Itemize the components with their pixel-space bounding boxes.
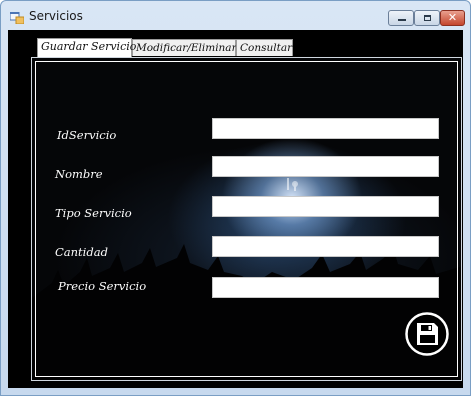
close-icon: ✕ (447, 11, 458, 24)
tab-consultar[interactable]: Consultar (236, 39, 293, 56)
nombre-input[interactable] (212, 156, 439, 177)
minimize-button[interactable] (388, 10, 414, 26)
maximize-icon (424, 15, 431, 21)
window-title: Servicios (29, 9, 83, 23)
tab-guardar-servicio[interactable]: Guardar Servicio (37, 38, 136, 57)
save-button[interactable] (404, 311, 450, 357)
cantidad-input[interactable] (212, 236, 439, 257)
title-bar[interactable]: Servicios ✕ (1, 1, 470, 31)
label-cantidad: Cantidad (55, 245, 108, 259)
app-window-icon (10, 12, 24, 24)
floppy-disk-icon (405, 312, 449, 356)
label-idservicio: IdServicio (57, 128, 117, 142)
close-button[interactable]: ✕ (440, 10, 465, 26)
label-tipo-servicio: Tipo Servicio (55, 206, 132, 220)
label-precio-servicio: Precio Servicio (58, 279, 147, 293)
label-nombre: Nombre (55, 167, 103, 181)
precio-servicio-input[interactable] (212, 277, 439, 298)
tab-modificar-eliminar[interactable]: Modificar/Eliminar (132, 39, 237, 56)
maximize-button[interactable] (414, 10, 440, 26)
idservicio-input[interactable] (212, 118, 439, 139)
tipo-servicio-input[interactable] (212, 196, 439, 217)
minimize-icon (398, 19, 406, 21)
